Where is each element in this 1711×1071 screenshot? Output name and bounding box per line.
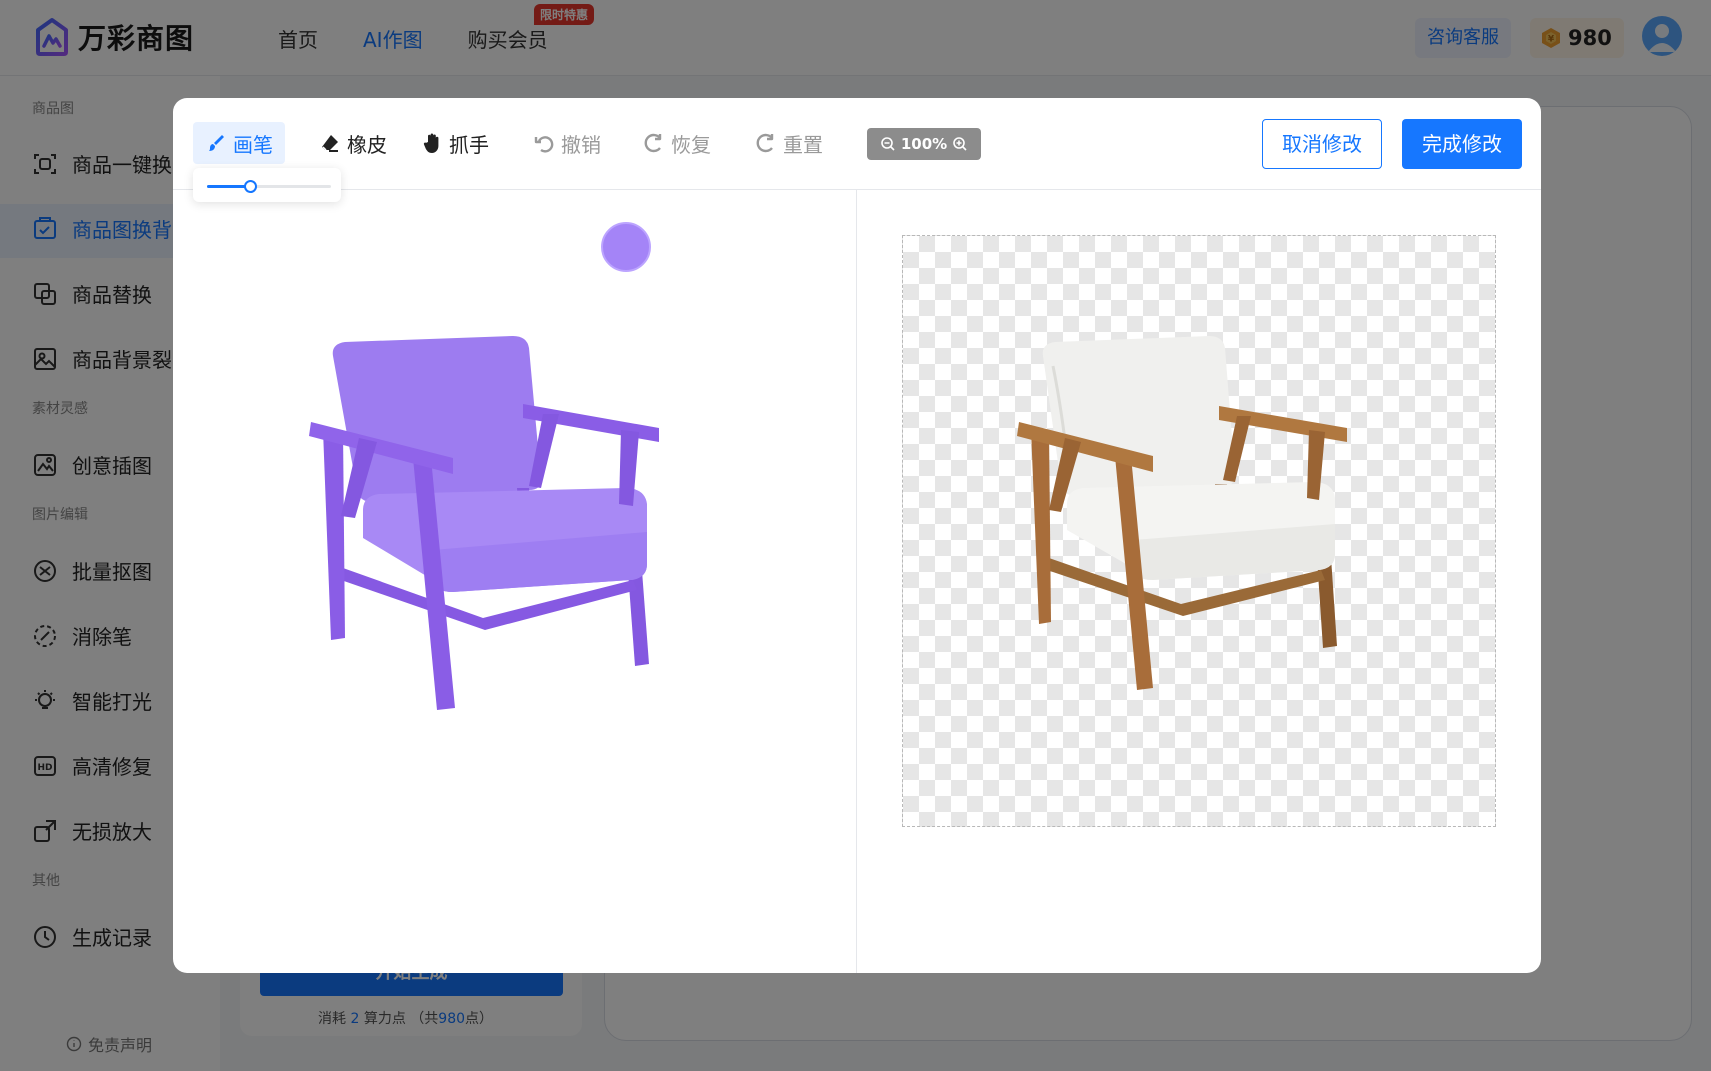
- masked-chair-image: [309, 336, 659, 710]
- brush-size-popover: [193, 168, 341, 202]
- tool-undo[interactable]: 撤销: [521, 122, 613, 164]
- reset-icon: [756, 133, 774, 153]
- finish-edit-button[interactable]: 完成修改: [1402, 119, 1522, 169]
- zoom-out-icon[interactable]: [880, 136, 896, 152]
- zoom-control: 100%: [867, 128, 981, 160]
- tool-brush[interactable]: 画笔: [193, 122, 285, 164]
- cancel-edit-button[interactable]: 取消修改: [1262, 119, 1382, 169]
- tool-eraser[interactable]: 橡皮: [307, 122, 399, 164]
- zoom-in-icon[interactable]: [952, 136, 968, 152]
- tool-label: 抓手: [449, 132, 489, 157]
- tool-hand[interactable]: 抓手: [409, 122, 501, 164]
- tool-label: 撤销: [561, 132, 601, 157]
- hand-icon: [423, 133, 439, 153]
- preview-chair-image: [1017, 336, 1347, 690]
- eraser-icon: [322, 135, 338, 152]
- tool-reset[interactable]: 重置: [743, 122, 835, 164]
- brush-cursor: [601, 222, 651, 272]
- tool-redo[interactable]: 恢复: [631, 122, 723, 164]
- edit-mask-modal: 画笔 橡皮 抓手 撤销 恢复 重置 100% 取消修改 完成修改: [173, 98, 1541, 973]
- tool-label: 橡皮: [347, 132, 387, 157]
- slider-thumb[interactable]: [244, 180, 258, 193]
- preview-canvas: [902, 235, 1496, 827]
- tool-label: 重置: [783, 132, 823, 157]
- undo-icon: [534, 136, 554, 153]
- canvas-divider: [856, 190, 857, 973]
- tool-label: 恢复: [671, 132, 711, 157]
- brush-icon: [209, 135, 224, 151]
- tool-label: 画笔: [233, 132, 273, 157]
- mask-canvas[interactable]: [303, 318, 733, 738]
- redo-icon: [644, 133, 662, 153]
- modal-toolbar: 画笔 橡皮 抓手 撤销 恢复 重置 100% 取消修改 完成修改: [173, 98, 1541, 190]
- zoom-level: 100%: [900, 135, 948, 153]
- brush-size-slider[interactable]: [207, 180, 331, 193]
